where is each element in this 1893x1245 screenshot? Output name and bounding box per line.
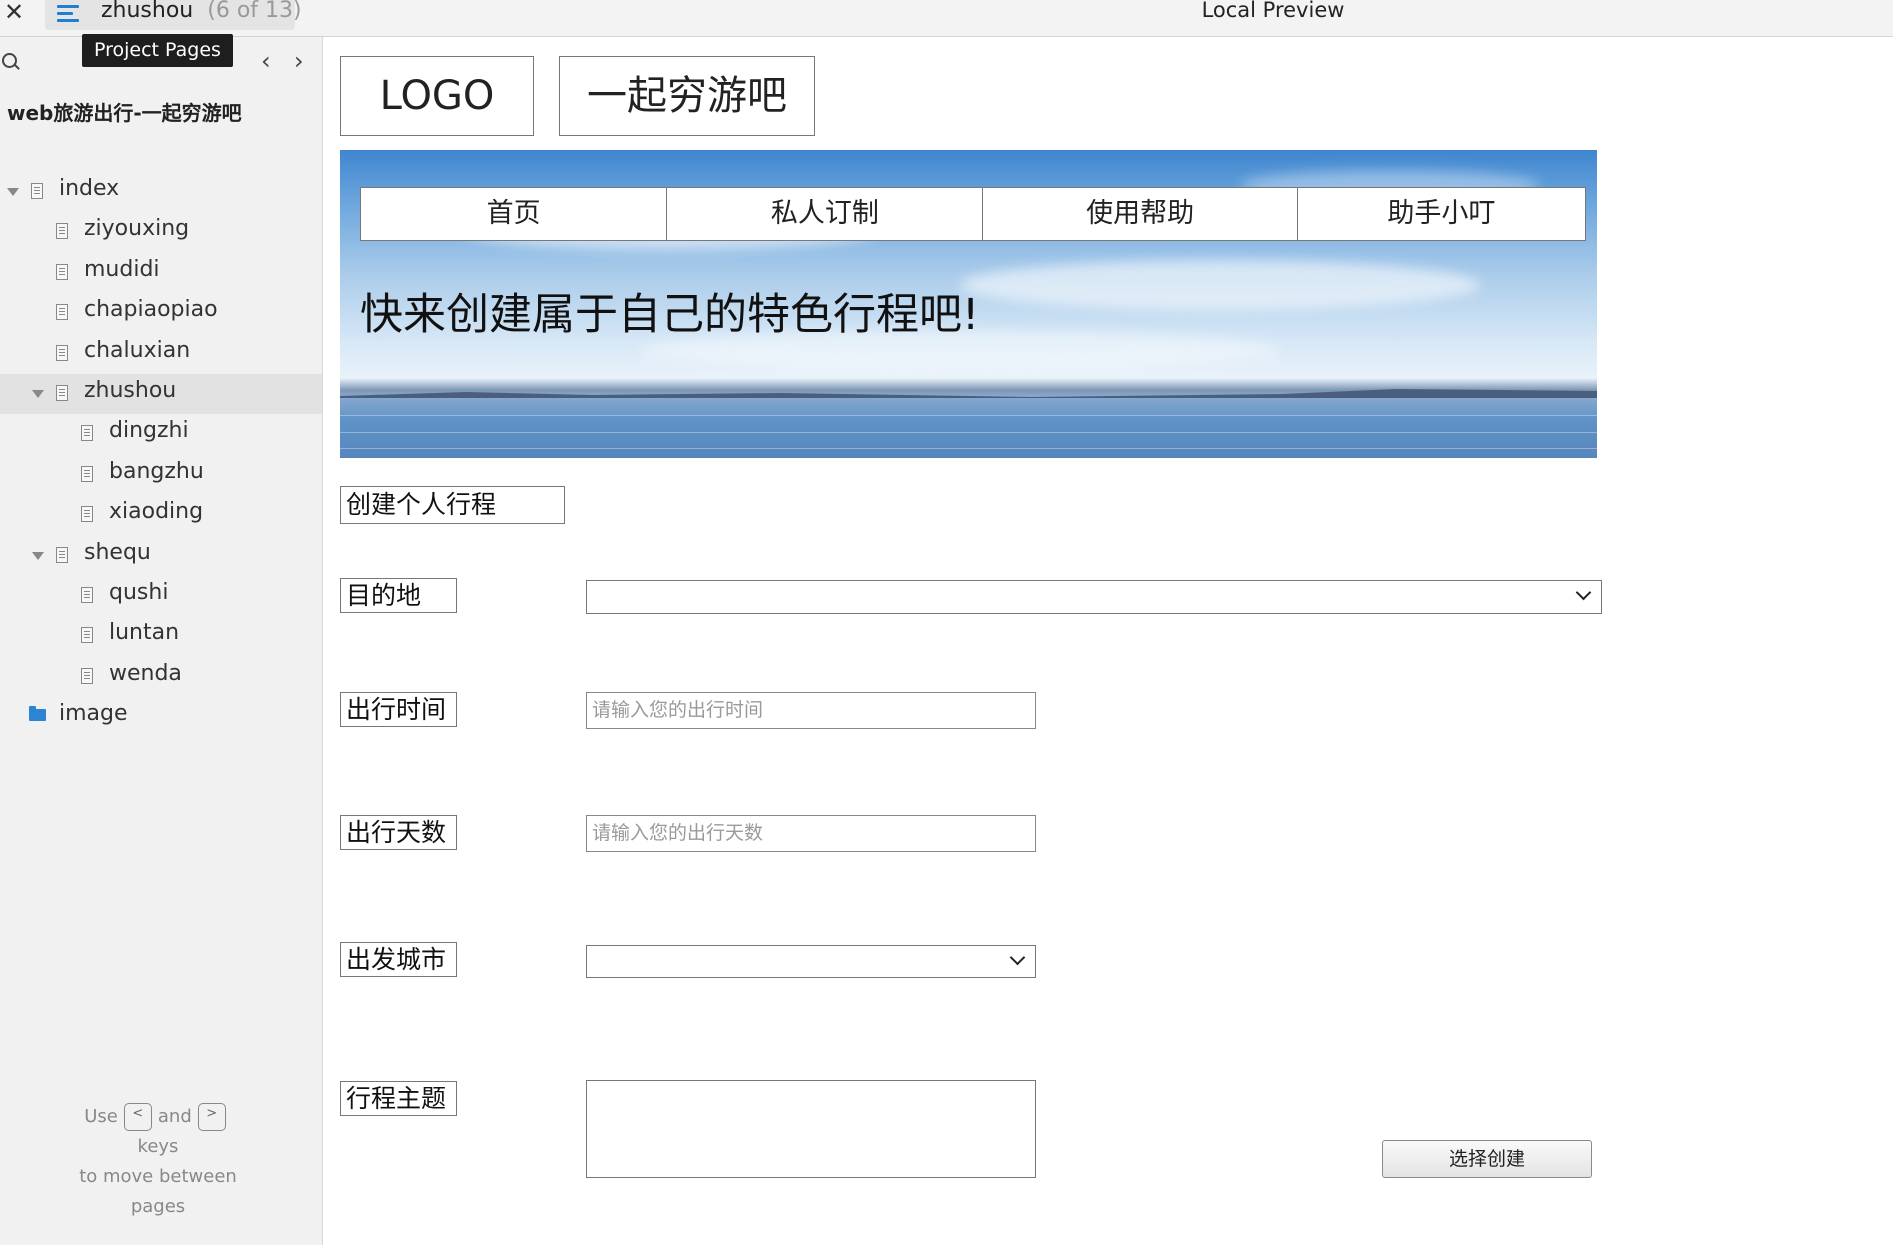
days-label: 出行天数 xyxy=(340,815,457,850)
tree-item-shequ[interactable]: shequ xyxy=(0,536,322,576)
logo-box: LOGO xyxy=(340,56,534,136)
tree-item-wenda[interactable]: wenda xyxy=(0,657,322,697)
main-nav: 首页 私人订制 使用帮助 助手小叮 xyxy=(360,187,1586,241)
distant-hills xyxy=(340,389,1597,398)
nav-assistant[interactable]: 助手小叮 xyxy=(1298,188,1585,240)
page-icon xyxy=(56,263,68,280)
site-name-box: 一起穷游吧 xyxy=(559,56,815,136)
tree-item-label: xiaoding xyxy=(109,499,204,525)
chevron-down-icon xyxy=(1009,949,1026,966)
banner-slogan: 快来创建属于自己的特色行程吧! xyxy=(360,290,980,340)
tree-item-mudidi[interactable]: mudidi xyxy=(0,253,322,293)
nav-help[interactable]: 使用帮助 xyxy=(983,188,1298,240)
nav-custom[interactable]: 私人订制 xyxy=(667,188,984,240)
page-icon xyxy=(81,627,93,644)
hint-text-move: to move between xyxy=(79,1166,237,1187)
wave-line xyxy=(340,432,1597,433)
tree-item-label: wenda xyxy=(109,660,182,686)
destination-select[interactable] xyxy=(586,580,1602,614)
tree-item-label: index xyxy=(59,176,120,201)
page-icon xyxy=(81,425,93,442)
expand-caret-icon[interactable] xyxy=(7,188,19,196)
page-icon xyxy=(56,344,68,361)
wave-line xyxy=(340,448,1597,449)
tree-item-chaluxian[interactable]: chaluxian xyxy=(0,334,322,374)
page-icon xyxy=(81,465,93,482)
folder-icon xyxy=(29,706,46,722)
tree-item-index[interactable]: index xyxy=(0,172,322,212)
form-title: 创建个人行程 xyxy=(340,486,565,524)
tooltip: Project Pages xyxy=(82,34,233,67)
hero-banner: 首页 私人订制 使用帮助 助手小叮 快来创建属于自己的特色行程吧! xyxy=(340,150,1597,458)
city-label: 出发城市 xyxy=(340,942,457,977)
search-icon[interactable] xyxy=(2,53,17,68)
tree-item-label: ziyouxing xyxy=(84,216,190,242)
hint-text-pages: pages xyxy=(130,1196,186,1217)
page-icon xyxy=(56,385,68,401)
time-input[interactable]: 请输入您的出行时间 xyxy=(586,692,1036,729)
wave-line xyxy=(340,415,1597,416)
time-label: 出行时间 xyxy=(340,692,457,727)
tree-item-chapiaopiao[interactable]: chapiaopiao xyxy=(0,293,322,333)
tree-item-label: bangzhu xyxy=(109,458,204,484)
tree-item-label: qushi xyxy=(109,580,169,605)
page-icon xyxy=(81,506,93,523)
tree-item-label: chaluxian xyxy=(84,337,191,363)
tree-item-label: dingzhi xyxy=(109,418,189,444)
project-title: web旅游出行-一起穷游吧 xyxy=(7,101,242,125)
tree-item-luntan[interactable]: luntan xyxy=(0,616,322,656)
previous-page-icon[interactable]: ‹ xyxy=(261,47,271,75)
left-key-icon: < xyxy=(123,1103,152,1131)
tree-item-label: image xyxy=(59,701,128,727)
right-key-icon: > xyxy=(197,1103,226,1131)
next-page-icon[interactable]: › xyxy=(294,47,304,75)
tree-item-label: zhushou xyxy=(84,378,177,403)
tree-item-bangzhu[interactable]: bangzhu xyxy=(0,455,322,495)
nav-home[interactable]: 首页 xyxy=(361,188,668,240)
hint-text-keys: keys xyxy=(137,1136,179,1157)
tree-item-label: luntan xyxy=(109,620,180,646)
theme-label: 行程主题 xyxy=(340,1081,457,1116)
destination-label: 目的地 xyxy=(340,578,457,613)
hint-text-and: and xyxy=(157,1106,192,1127)
tree-item-label: chapiaopiao xyxy=(84,297,218,323)
page-icon xyxy=(56,223,68,240)
chevron-down-icon xyxy=(1575,584,1592,601)
tree-item-dingzhi[interactable]: dingzhi xyxy=(0,414,322,454)
page-icon xyxy=(81,587,93,603)
tree-item-ziyouxing[interactable]: ziyouxing xyxy=(0,212,322,252)
keyboard-hint: Use < and > keys to move between pages xyxy=(0,1102,316,1222)
page-icon xyxy=(56,546,68,563)
create-button[interactable]: 选择创建 xyxy=(1382,1140,1592,1178)
tree-item-zhushou[interactable]: zhushou xyxy=(0,374,322,414)
page-icon xyxy=(56,304,68,321)
theme-textarea[interactable] xyxy=(586,1080,1036,1178)
window-title: Local Preview xyxy=(1201,0,1345,22)
hint-text-use: Use xyxy=(84,1106,118,1127)
page-icon xyxy=(31,183,43,199)
tree-item-qushi[interactable]: qushi xyxy=(0,576,322,616)
page-icon xyxy=(81,667,93,684)
city-select[interactable] xyxy=(586,945,1036,978)
expand-caret-icon[interactable] xyxy=(32,551,44,560)
tree-item-image[interactable]: image xyxy=(0,697,322,737)
tree-item-label: shequ xyxy=(84,539,151,565)
project-pages-sidebar: Project Pages ‹ › web旅游出行-一起穷游吧 index ziy… xyxy=(0,34,323,1245)
title-bar: ✕ zhushou (6 of 13) Local Preview xyxy=(0,0,1893,37)
tree-item-xiaoding[interactable]: xiaoding xyxy=(0,495,322,535)
cloud xyxy=(960,260,1480,310)
tree-item-label: mudidi xyxy=(84,256,160,282)
days-input[interactable]: 请输入您的出行天数 xyxy=(586,815,1036,852)
expand-caret-icon[interactable] xyxy=(32,390,44,398)
